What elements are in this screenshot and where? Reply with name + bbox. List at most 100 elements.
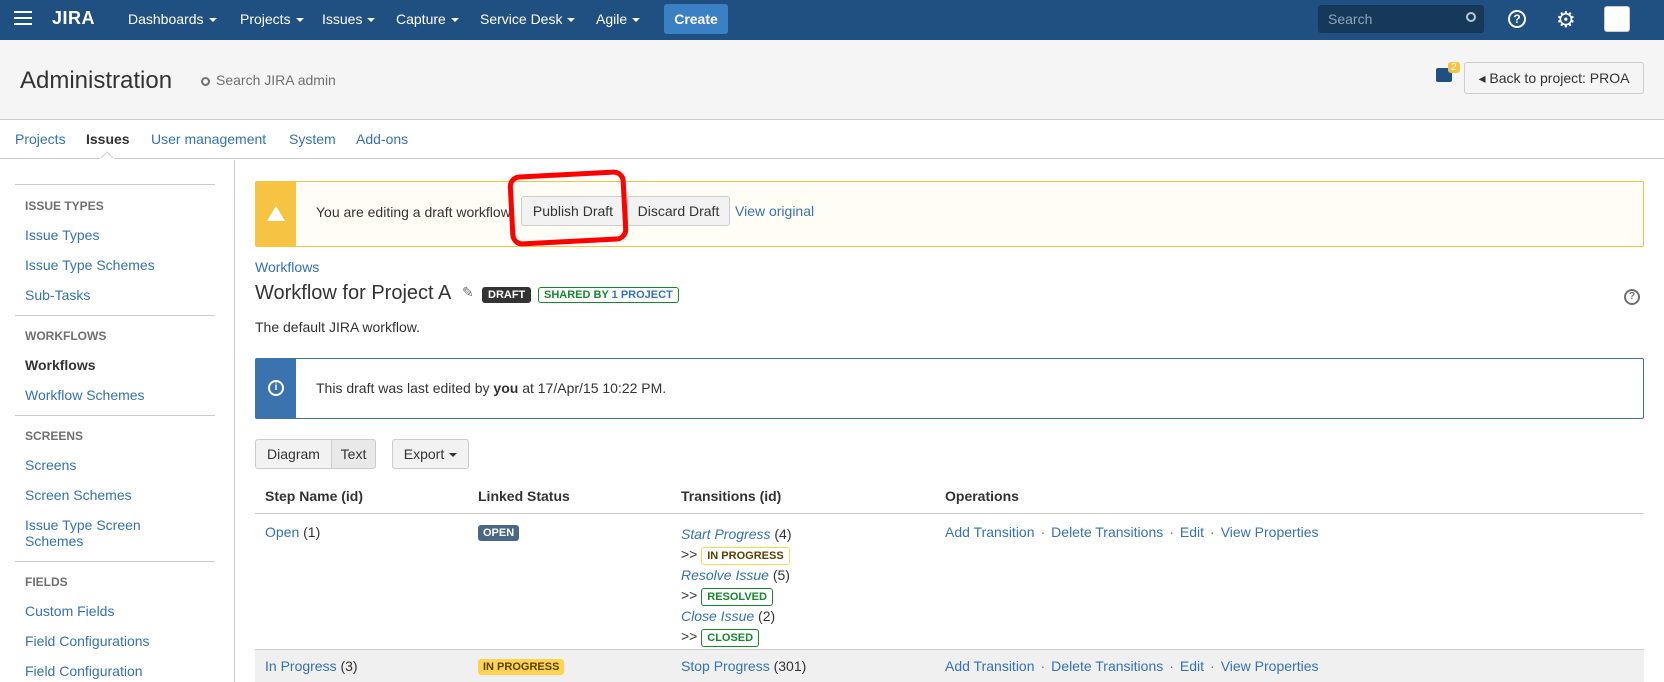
draft-warning-message: You are editing a draft workflow.	[255, 181, 1644, 247]
operations-list: Add Transition · Delete Transitions · Edit · V…	[945, 658, 1319, 674]
sidebar-item-field-configuration[interactable]: Field Configuration	[25, 663, 143, 679]
search-input[interactable]: Search	[1318, 5, 1484, 33]
chevron-down-icon	[450, 18, 459, 23]
nav-dashboards[interactable]: Dashboards	[128, 11, 217, 27]
divider	[15, 315, 215, 316]
sidebar-item-screen-schemes[interactable]: Screen Schemes	[25, 487, 132, 503]
sidebar-heading-issue-types: ISSUE TYPES	[25, 199, 104, 213]
warning-icon	[267, 206, 285, 221]
jira-logo[interactable]: JIRA	[52, 8, 95, 29]
transitions-list: Start Progress (4) >> IN PROGRESS Resolv…	[681, 524, 792, 647]
view-properties-link[interactable]: View Properties	[1221, 658, 1319, 674]
delete-transitions-link[interactable]: Delete Transitions	[1051, 524, 1163, 540]
breadcrumb-workflows[interactable]: Workflows	[255, 259, 319, 275]
help-icon[interactable]: ?	[1624, 289, 1640, 305]
avatar[interactable]	[1604, 6, 1630, 32]
column-header-transitions: Transitions (id)	[681, 488, 782, 504]
sidebar-item-workflow-schemes[interactable]: Workflow Schemes	[25, 387, 145, 403]
nav-capture[interactable]: Capture	[396, 11, 459, 27]
edit-link[interactable]: Edit	[1180, 658, 1204, 674]
sidebar-item-field-configurations[interactable]: Field Configurations	[25, 633, 150, 649]
status-badge: CLOSED	[701, 629, 760, 647]
chevron-down-icon	[632, 18, 641, 23]
discard-draft-button[interactable]: Discard Draft	[627, 196, 730, 226]
chevron-down-icon	[567, 18, 576, 23]
text-view-button[interactable]: Text	[331, 439, 376, 469]
menu-icon[interactable]	[14, 11, 32, 29]
sidebar-heading-screens: SCREENS	[25, 429, 84, 443]
transition-link[interactable]: Resolve Issue	[681, 567, 769, 583]
column-header-linked-status: Linked Status	[478, 488, 570, 504]
info-icon: i	[268, 380, 284, 396]
divider	[15, 561, 215, 562]
back-to-project-button[interactable]: ◂ Back to project: PROA	[1464, 62, 1644, 94]
top-navigation-bar: JIRA Dashboards Projects Issues Capture …	[0, 0, 1664, 40]
sidebar-item-issue-type-screen-schemes[interactable]: Issue Type Screen Schemes	[25, 517, 155, 549]
transition-link[interactable]: Start Progress	[681, 526, 770, 542]
status-badge: RESOLVED	[701, 588, 773, 606]
transition-target: >> IN PROGRESS	[681, 544, 792, 565]
admin-tabs: Projects Issues User management System A…	[0, 121, 1664, 159]
info-sidebar: i	[256, 359, 296, 418]
pencil-icon[interactable]: ✎	[462, 284, 474, 301]
info-text: This draft was last edited by you at 17/…	[316, 380, 667, 396]
tab-user-management[interactable]: User management	[151, 131, 266, 147]
sidebar-item-issue-type-schemes[interactable]: Issue Type Schemes	[25, 257, 155, 273]
add-transition-link[interactable]: Add Transition	[945, 524, 1035, 540]
sidebar-item-screens[interactable]: Screens	[25, 457, 76, 473]
sidebar-item-issue-types[interactable]: Issue Types	[25, 227, 99, 243]
transition-link[interactable]: Close Issue	[681, 608, 754, 624]
admin-search-link[interactable]: Search JIRA admin	[201, 72, 336, 88]
edit-link[interactable]: Edit	[1180, 524, 1204, 540]
transition-item: Stop Progress (301)	[681, 658, 807, 674]
nav-agile[interactable]: Agile	[596, 11, 641, 27]
search-icon	[1466, 12, 1476, 22]
nav-issues[interactable]: Issues	[322, 11, 376, 27]
view-original-link[interactable]: View original	[735, 203, 814, 219]
export-dropdown-button[interactable]: Export	[392, 439, 469, 469]
delete-transitions-link[interactable]: Delete Transitions	[1051, 658, 1163, 674]
warning-sidebar	[256, 182, 296, 246]
view-properties-link[interactable]: View Properties	[1221, 524, 1319, 540]
divider	[255, 513, 1644, 514]
divider	[15, 415, 215, 416]
step-name-link[interactable]: In Progress	[265, 658, 337, 674]
status-badge: IN PROGRESS	[478, 657, 565, 675]
tab-issues[interactable]: Issues	[86, 131, 130, 147]
divider	[255, 649, 1644, 650]
workflow-description: The default JIRA workflow.	[255, 319, 420, 335]
table-row-step-open: Open (1)	[265, 524, 321, 540]
workflow-title: Workflow for Project A	[255, 282, 452, 304]
nav-service-desk[interactable]: Service Desk	[480, 11, 576, 27]
table-row-step-in-progress: In Progress (3)	[265, 658, 358, 674]
arrow-left-icon: ◂	[1478, 70, 1490, 86]
help-icon[interactable]: ?	[1508, 10, 1526, 28]
tab-system[interactable]: System	[289, 131, 336, 147]
add-transition-link[interactable]: Add Transition	[945, 658, 1035, 674]
status-badge: IN PROGRESS	[701, 547, 790, 565]
active-tab-pointer	[100, 151, 114, 159]
step-name-link[interactable]: Open	[265, 524, 299, 540]
tab-projects[interactable]: Projects	[15, 131, 66, 147]
admin-header: Administration Search JIRA admin 2 ◂ Bac…	[0, 40, 1664, 120]
tab-add-ons[interactable]: Add-ons	[356, 131, 408, 147]
create-button[interactable]: Create	[664, 4, 728, 34]
sidebar-item-workflows[interactable]: Workflows	[25, 357, 96, 373]
sidebar-item-custom-fields[interactable]: Custom Fields	[25, 603, 114, 619]
transition-target: >> RESOLVED	[681, 585, 792, 606]
sidebar: ISSUE TYPES Issue Types Issue Type Schem…	[0, 160, 235, 682]
chevron-down-icon	[295, 18, 304, 23]
divider	[15, 184, 215, 185]
shared-by-lozenge[interactable]: SHARED BY 1 PROJECT	[538, 287, 679, 303]
nav-projects[interactable]: Projects	[240, 11, 304, 27]
transition-link[interactable]: Stop Progress	[681, 658, 770, 674]
sidebar-item-sub-tasks[interactable]: Sub-Tasks	[25, 287, 90, 303]
transition-item: Resolve Issue (5)	[681, 567, 790, 583]
column-header-step-name: Step Name (id)	[265, 488, 364, 504]
page-title: Administration	[20, 67, 173, 94]
gear-icon[interactable]: ⚙	[1556, 7, 1576, 33]
chevron-down-icon	[449, 453, 458, 458]
diagram-view-button[interactable]: Diagram	[255, 439, 332, 469]
chevron-down-icon	[367, 18, 376, 23]
status-badge: OPEN	[478, 523, 520, 541]
